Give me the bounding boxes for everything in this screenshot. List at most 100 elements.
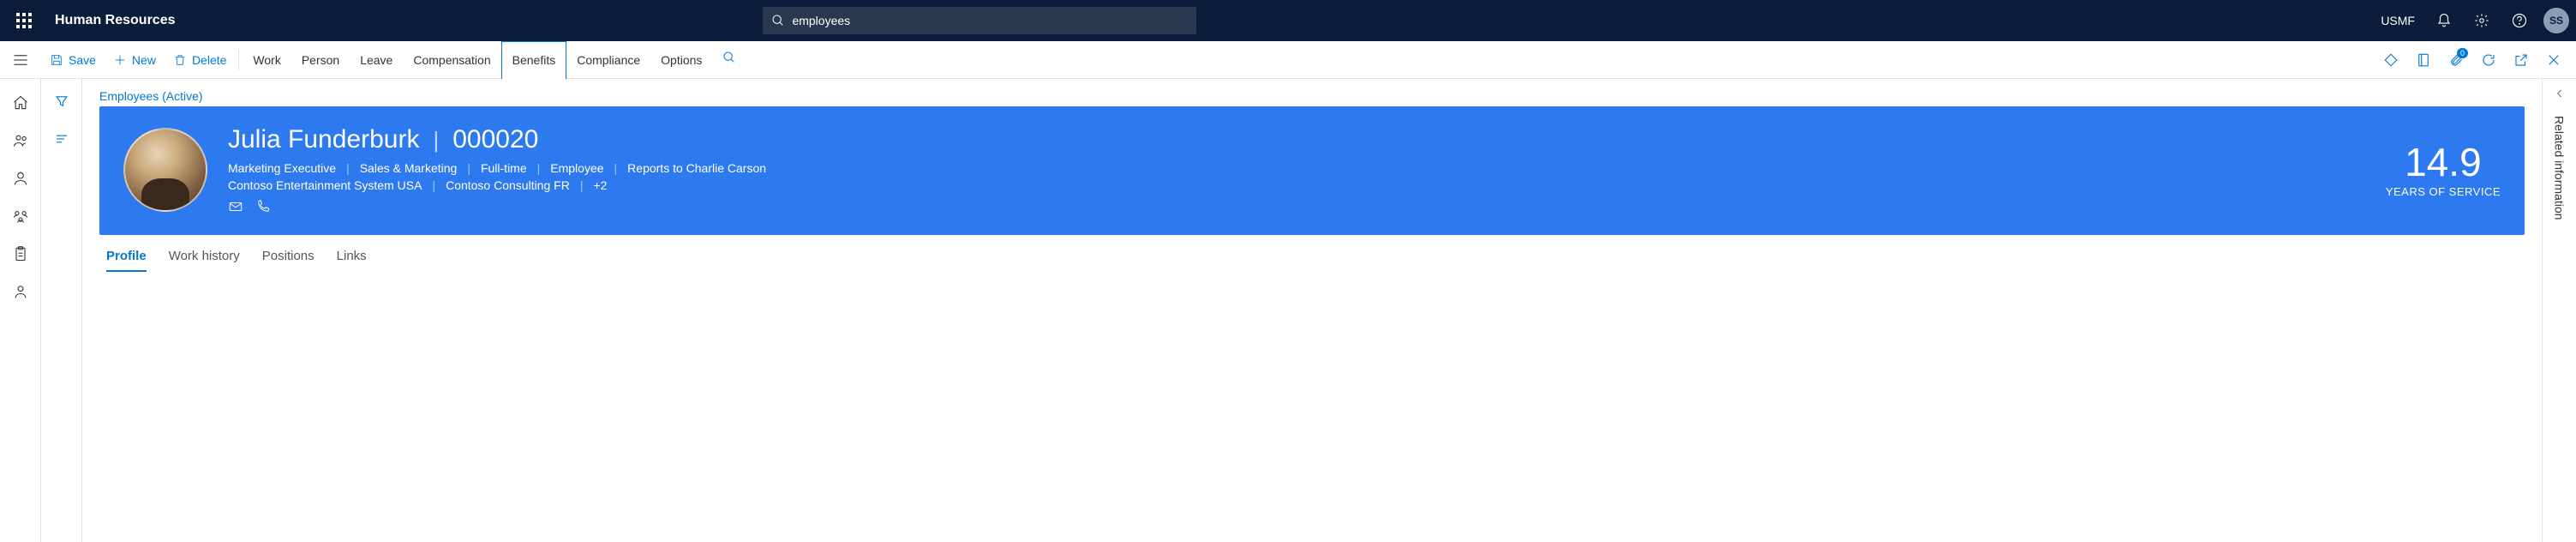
notifications-button[interactable] bbox=[2427, 3, 2461, 38]
filter-button[interactable] bbox=[46, 86, 77, 117]
left-nav bbox=[0, 79, 41, 542]
popout-icon bbox=[2513, 52, 2529, 68]
tab-options[interactable]: Options bbox=[650, 41, 712, 79]
subtab-positions[interactable]: Positions bbox=[262, 249, 315, 272]
new-button[interactable]: New bbox=[105, 41, 165, 79]
content-area: Employees (Active) Julia Funderburk | 00… bbox=[82, 79, 2542, 542]
global-topbar: Human Resources USMF SS bbox=[0, 0, 2576, 41]
help-icon bbox=[2512, 13, 2527, 28]
employee-subtabs: Profile Work history Positions Links bbox=[99, 249, 2525, 272]
app-launcher-button[interactable] bbox=[7, 0, 41, 41]
command-bar: Save New Delete WorkPersonLeaveCompensat… bbox=[0, 41, 2576, 79]
list-sort-button[interactable] bbox=[46, 123, 77, 154]
subtab-work-history[interactable]: Work history bbox=[169, 249, 240, 272]
meta-separator: | bbox=[432, 178, 435, 192]
refresh-button[interactable] bbox=[2473, 45, 2504, 75]
nav-org[interactable] bbox=[3, 199, 38, 233]
delete-button[interactable]: Delete bbox=[165, 41, 235, 79]
org-icon bbox=[12, 208, 29, 225]
employee-avatar[interactable] bbox=[123, 128, 207, 212]
person-icon bbox=[12, 170, 29, 187]
open-office-button[interactable] bbox=[2408, 45, 2439, 75]
contact-row bbox=[228, 199, 2369, 214]
search-box[interactable] bbox=[763, 7, 1196, 34]
tab-compensation[interactable]: Compensation bbox=[403, 41, 500, 79]
nav-worker[interactable] bbox=[3, 274, 38, 309]
close-button[interactable] bbox=[2538, 45, 2569, 75]
employee-info: Julia Funderburk | 000020 Marketing Exec… bbox=[228, 125, 2369, 214]
settings-button[interactable] bbox=[2465, 3, 2499, 38]
command-tabs: WorkPersonLeaveCompensationBenefitsCompl… bbox=[243, 41, 712, 79]
new-label: New bbox=[132, 53, 156, 67]
user-avatar[interactable]: SS bbox=[2543, 8, 2569, 33]
employee-name: Julia Funderburk bbox=[228, 125, 419, 154]
diamond-icon bbox=[2383, 52, 2399, 68]
main-layout: Employees (Active) Julia Funderburk | 00… bbox=[0, 79, 2576, 542]
gear-icon bbox=[2474, 13, 2489, 28]
meta-row-1: Marketing Executive | Sales & Marketing | Fu… bbox=[228, 161, 2369, 175]
close-icon bbox=[2546, 52, 2561, 68]
hamburger-icon bbox=[13, 54, 28, 66]
meta-separator: | bbox=[614, 161, 618, 175]
command-bar-right: 0 bbox=[2375, 45, 2569, 75]
meta-separator: | bbox=[537, 161, 541, 175]
page-search-button[interactable] bbox=[712, 51, 746, 69]
tab-benefits[interactable]: Benefits bbox=[501, 41, 567, 79]
meta-separator: | bbox=[467, 161, 470, 175]
search-icon bbox=[771, 14, 785, 27]
popout-button[interactable] bbox=[2506, 45, 2537, 75]
refresh-icon bbox=[2481, 52, 2496, 68]
meta-item: Contoso Entertainment System USA bbox=[228, 178, 422, 192]
years-label: YEARS OF SERVICE bbox=[2386, 185, 2501, 198]
tab-compliance[interactable]: Compliance bbox=[566, 41, 650, 79]
waffle-icon bbox=[16, 13, 32, 28]
email-icon[interactable] bbox=[228, 199, 243, 214]
meta-separator: | bbox=[580, 178, 584, 192]
expand-related-button[interactable] bbox=[2554, 87, 2566, 104]
clipboard-icon bbox=[12, 245, 29, 262]
chevron-left-icon bbox=[2554, 87, 2566, 99]
meta-item: Contoso Consulting FR bbox=[446, 178, 570, 192]
tab-leave[interactable]: Leave bbox=[350, 41, 403, 79]
delete-label: Delete bbox=[192, 53, 226, 67]
years-of-service: 14.9 YEARS OF SERVICE bbox=[2386, 142, 2501, 198]
bell-icon bbox=[2436, 13, 2452, 28]
plus-icon bbox=[113, 53, 127, 67]
tab-person[interactable]: Person bbox=[291, 41, 350, 79]
nav-people[interactable] bbox=[3, 123, 38, 158]
personalize-button[interactable] bbox=[2375, 45, 2406, 75]
meta-item: Full-time bbox=[481, 161, 527, 175]
save-label: Save bbox=[69, 53, 96, 67]
filter-strip bbox=[41, 79, 82, 542]
subtab-profile[interactable]: Profile bbox=[106, 249, 147, 272]
app-title: Human Resources bbox=[55, 13, 176, 28]
nav-toggle-button[interactable] bbox=[0, 41, 41, 79]
meta-item: Marketing Executive bbox=[228, 161, 336, 175]
people-icon bbox=[12, 132, 29, 149]
search-input[interactable] bbox=[792, 14, 1188, 27]
attachments-button[interactable]: 0 bbox=[2441, 45, 2471, 75]
help-button[interactable] bbox=[2502, 3, 2537, 38]
global-search bbox=[763, 7, 1196, 34]
home-icon bbox=[12, 94, 29, 111]
meta-item: Sales & Marketing bbox=[360, 161, 458, 175]
office-icon bbox=[2416, 52, 2431, 68]
nav-home[interactable] bbox=[3, 86, 38, 120]
save-icon bbox=[50, 53, 63, 67]
breadcrumb-link[interactable]: Employees (Active) bbox=[99, 89, 2525, 103]
meta-item: +2 bbox=[593, 178, 607, 192]
title-separator: | bbox=[433, 127, 439, 154]
trash-icon bbox=[173, 53, 187, 67]
tab-work[interactable]: Work bbox=[243, 41, 291, 79]
attachment-count-badge: 0 bbox=[2457, 48, 2468, 58]
nav-tasks[interactable] bbox=[3, 237, 38, 271]
phone-icon[interactable] bbox=[255, 199, 271, 214]
company-label[interactable]: USMF bbox=[2372, 14, 2423, 27]
person-outline-icon bbox=[12, 283, 29, 300]
save-button[interactable]: Save bbox=[41, 41, 105, 79]
meta-separator: | bbox=[346, 161, 350, 175]
topbar-right: USMF SS bbox=[2372, 3, 2569, 38]
nav-person[interactable] bbox=[3, 161, 38, 196]
years-value: 14.9 bbox=[2386, 142, 2501, 182]
subtab-links[interactable]: Links bbox=[337, 249, 367, 272]
